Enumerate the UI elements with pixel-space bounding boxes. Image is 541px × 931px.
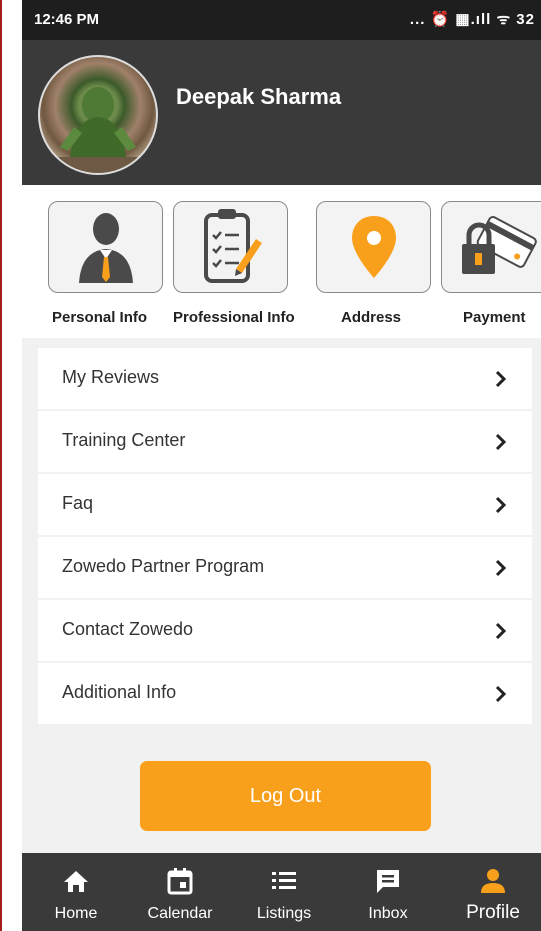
avatar-image: [40, 87, 156, 173]
nav-inbox[interactable]: Inbox: [338, 853, 438, 931]
chevron-right-icon: [495, 370, 507, 388]
nav-home[interactable]: Home: [26, 853, 126, 931]
clipboard-checklist-icon: [203, 209, 262, 283]
nav-profile[interactable]: Profile: [443, 853, 541, 931]
menu-item-label: Zowedo Partner Program: [62, 556, 265, 576]
profile-header: Deepak Sharma: [22, 40, 541, 185]
list-icon: [272, 872, 296, 889]
payment-label: Payment: [463, 309, 526, 326]
payment-button[interactable]: [441, 201, 541, 293]
card-lock-icon: [462, 216, 537, 274]
profile-menu: My Reviews Training Center Faq Zowedo Pa…: [38, 348, 532, 726]
profile-categories: Personal Info Professional Info Address …: [22, 185, 541, 338]
nav-calendar[interactable]: Calendar: [130, 853, 230, 931]
menu-item-label: Additional Info: [62, 682, 177, 702]
menu-item-label: Contact Zowedo: [62, 619, 194, 639]
app-screen: 12:46 PM ... ⏰ ▦.ıll ᯤ 32 Deepak Sharma: [22, 0, 541, 931]
nav-label: Inbox: [368, 905, 408, 922]
menu-item-label: Training Center: [62, 430, 186, 450]
nav-label: Listings: [256, 905, 312, 922]
menu-item-faq[interactable]: Faq: [38, 474, 532, 535]
menu-item-partner-program[interactable]: Zowedo Partner Program: [38, 537, 532, 598]
logout-button[interactable]: Log Out: [140, 761, 431, 831]
personal-info-label: Personal Info: [52, 309, 148, 326]
chevron-right-icon: [495, 685, 507, 703]
nav-listings[interactable]: Listings: [234, 853, 334, 931]
menu-item-label: Faq: [62, 493, 94, 513]
personal-info-button[interactable]: [48, 201, 163, 293]
person-suit-icon: [78, 213, 133, 283]
person-icon: [481, 869, 505, 893]
calendar-icon: [167, 868, 193, 895]
message-icon: [377, 870, 399, 893]
nav-label: Home: [54, 905, 98, 922]
menu-item-label: My Reviews: [62, 367, 160, 387]
professional-info-button[interactable]: [173, 201, 288, 293]
menu-item-contact[interactable]: Contact Zowedo: [38, 600, 532, 661]
status-time: 12:46 PM: [34, 11, 100, 28]
home-icon: [64, 871, 88, 892]
avatar[interactable]: [38, 55, 158, 175]
nav-label: Calendar: [147, 905, 213, 922]
menu-item-my-reviews[interactable]: My Reviews: [38, 348, 532, 409]
chevron-right-icon: [495, 559, 507, 577]
chevron-right-icon: [495, 433, 507, 451]
bottom-navigation: Home Calendar Listings Inbox Profile: [22, 853, 541, 931]
status-icons: ... ⏰ ▦.ıll ᯤ 32: [409, 11, 535, 28]
address-button[interactable]: [316, 201, 431, 293]
nav-label: Profile: [466, 902, 520, 923]
profile-name: Deepak Sharma: [176, 84, 342, 109]
menu-item-training-center[interactable]: Training Center: [38, 411, 532, 472]
chevron-right-icon: [495, 622, 507, 640]
menu-item-additional-info[interactable]: Additional Info: [38, 663, 532, 724]
status-bar: 12:46 PM ... ⏰ ▦.ıll ᯤ 32: [22, 0, 541, 40]
chevron-right-icon: [495, 496, 507, 514]
location-pin-icon: [351, 216, 396, 278]
address-label: Address: [341, 309, 402, 326]
professional-info-label: Professional Info: [173, 309, 295, 326]
